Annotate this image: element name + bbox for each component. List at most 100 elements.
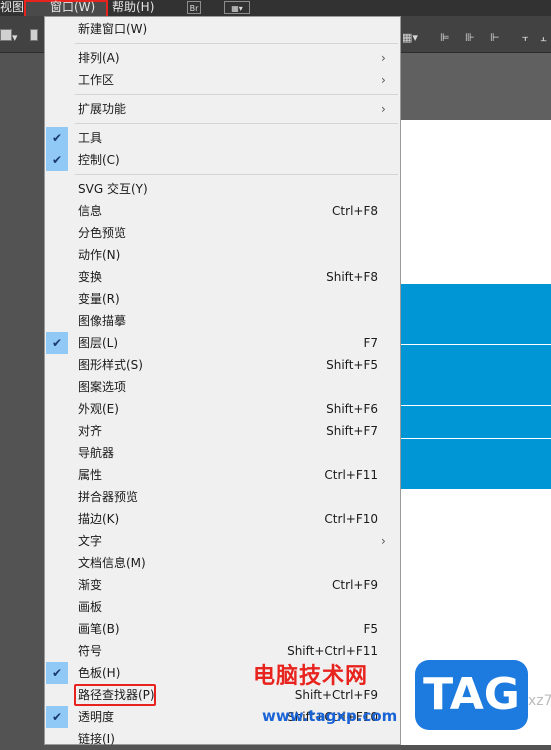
menu-item[interactable]: 文字 › (45, 530, 400, 552)
align-left-icon[interactable]: ⊫ (440, 32, 452, 43)
bridge-button[interactable]: Br (187, 1, 201, 14)
menu-item-shortcut: Shift+F7 (326, 424, 378, 438)
fill-swatch-icon[interactable] (0, 29, 12, 41)
menu-item-shortcut: Ctrl+F10 (324, 512, 378, 526)
align-top-icon[interactable]: ⫟ (522, 32, 534, 43)
submenu-arrow-icon: › (381, 51, 386, 65)
menu-item-label: 图像描摹 (78, 314, 127, 328)
menu-item[interactable]: 新建窗口(W) (45, 18, 400, 40)
menu-item[interactable]: 排列(A) › (45, 47, 400, 69)
menu-item-shortcut: Ctrl+F11 (324, 468, 378, 482)
menu-item-label: 外观(E) (78, 402, 119, 416)
menu-item-label: 链接(I) (78, 732, 115, 746)
menu-item-label: 图形样式(S) (78, 358, 143, 372)
blue-shape[interactable] (400, 345, 551, 405)
menu-item[interactable]: 扩展功能 › (45, 98, 400, 120)
menu-item-label: 信息 (78, 204, 103, 218)
blue-shape[interactable] (400, 406, 551, 438)
menu-item-shortcut: Shift+F8 (326, 270, 378, 284)
arrange-documents-icon[interactable]: ▦▾ (224, 1, 250, 14)
menu-separator (75, 123, 398, 124)
window-menu-dropdown: 新建窗口(W) 排列(A) › 工作区 › 扩展功能 › ✔ 工具 ✔ 控制(C) SVG 交互(Y)… (44, 16, 401, 746)
menu-item-label: 工作区 (78, 73, 115, 87)
menu-item-label: 对齐 (78, 424, 103, 438)
watermark-side-text: xz7 (528, 693, 551, 709)
menu-item[interactable]: ✔ 工具 (45, 127, 400, 149)
menu-item-label: 画板 (78, 600, 103, 614)
app-menu-bar: 视图(V) 窗口(W) 帮助(H) Br ▦▾ (0, 0, 551, 22)
submenu-arrow-icon: › (381, 73, 386, 87)
dropdown-icon[interactable]: ▾ (12, 32, 24, 43)
menu-item-label: 属性 (78, 468, 103, 482)
menu-item-shortcut: F5 (363, 622, 378, 636)
menu-item[interactable]: 导航器 (45, 442, 400, 464)
menu-item[interactable]: 描边(K) Ctrl+F10 (45, 508, 400, 530)
menu-item[interactable]: 变量(R) (45, 288, 400, 310)
menu-separator (75, 43, 398, 44)
menu-item[interactable]: 分色预览 (45, 222, 400, 244)
menu-item-label: 导航器 (78, 446, 115, 460)
menu-help[interactable]: 帮助(H) (112, 0, 154, 16)
align-center-icon[interactable]: ⊪ (465, 32, 477, 43)
menu-item-label: 渐变 (78, 578, 103, 592)
blue-shape[interactable] (400, 284, 551, 344)
menu-separator (75, 174, 398, 175)
menu-item[interactable]: 画笔(B) F5 (45, 618, 400, 640)
pathfinder-highlight-box (74, 684, 156, 706)
menu-item-label: 变换 (78, 270, 103, 284)
align-middle-icon[interactable]: ⫠ (540, 32, 551, 43)
menu-item-label: 文档信息(M) (78, 556, 146, 570)
menu-item-label: 扩展功能 (78, 102, 127, 116)
menu-item[interactable]: 文档信息(M) (45, 552, 400, 574)
menu-item-label: 排列(A) (78, 51, 120, 65)
menu-item-label: 拼合器预览 (78, 490, 139, 504)
checkmark-icon: ✔ (46, 332, 68, 354)
checkmark-icon: ✔ (46, 662, 68, 684)
menu-item-shortcut: Shift+F6 (326, 402, 378, 416)
menu-item[interactable]: 链接(I) (45, 728, 400, 750)
menu-item-shortcut: Shift+F5 (326, 358, 378, 372)
menu-item-shortcut: Ctrl+F8 (332, 204, 378, 218)
align-to-icon[interactable]: ▦▾ (402, 32, 422, 43)
menu-item[interactable]: 外观(E) Shift+F6 (45, 398, 400, 420)
submenu-arrow-icon: › (381, 534, 386, 548)
blue-shape[interactable] (400, 439, 551, 489)
watermark-site-name: 电脑技术网 (253, 664, 369, 689)
menu-item[interactable]: 变换 Shift+F8 (45, 266, 400, 288)
menu-separator (75, 94, 398, 95)
menu-item[interactable]: ✔ 图层(L) F7 (45, 332, 400, 354)
menu-item-label: 新建窗口(W) (78, 22, 148, 36)
menu-item[interactable]: 图案选项 (45, 376, 400, 398)
menu-item[interactable]: 信息 Ctrl+F8 (45, 200, 400, 222)
menu-item[interactable]: 对齐 Shift+F7 (45, 420, 400, 442)
menu-item[interactable]: 动作(N) (45, 244, 400, 266)
menu-item-shortcut: F7 (363, 336, 378, 350)
menu-item-label: 工具 (78, 131, 103, 145)
menu-item-label: 控制(C) (78, 153, 120, 167)
menu-item-label: SVG 交互(Y) (78, 182, 148, 196)
menu-item[interactable]: 拼合器预览 (45, 486, 400, 508)
menu-item[interactable]: 工作区 › (45, 69, 400, 91)
stroke-swatch-icon[interactable] (30, 29, 38, 41)
menu-item[interactable]: 渐变 Ctrl+F9 (45, 574, 400, 596)
menu-item[interactable]: SVG 交互(Y) (45, 178, 400, 200)
menu-item-label: 动作(N) (78, 248, 121, 262)
menu-item[interactable]: 属性 Ctrl+F11 (45, 464, 400, 486)
checkmark-icon: ✔ (46, 127, 68, 149)
checkmark-icon: ✔ (46, 706, 68, 728)
menu-item-label: 描边(K) (78, 512, 120, 526)
menu-item-label: 符号 (78, 644, 103, 658)
align-right-icon[interactable]: ⊩ (490, 32, 502, 43)
checkmark-icon: ✔ (46, 149, 68, 171)
menu-item[interactable]: ✔ 控制(C) (45, 149, 400, 171)
menu-item-label: 图层(L) (78, 336, 119, 350)
watermark-logo: TAG (415, 660, 528, 730)
menu-item[interactable]: 画板 (45, 596, 400, 618)
menu-item-label: 画笔(B) (78, 622, 120, 636)
menu-item[interactable]: 图像描摹 (45, 310, 400, 332)
menu-item-label: 分色预览 (78, 226, 127, 240)
menu-item[interactable]: 图形样式(S) Shift+F5 (45, 354, 400, 376)
menu-item-label: 色板(H) (78, 666, 121, 680)
menu-item-shortcut: Ctrl+F9 (332, 578, 378, 592)
menu-item-label: 文字 (78, 534, 103, 548)
